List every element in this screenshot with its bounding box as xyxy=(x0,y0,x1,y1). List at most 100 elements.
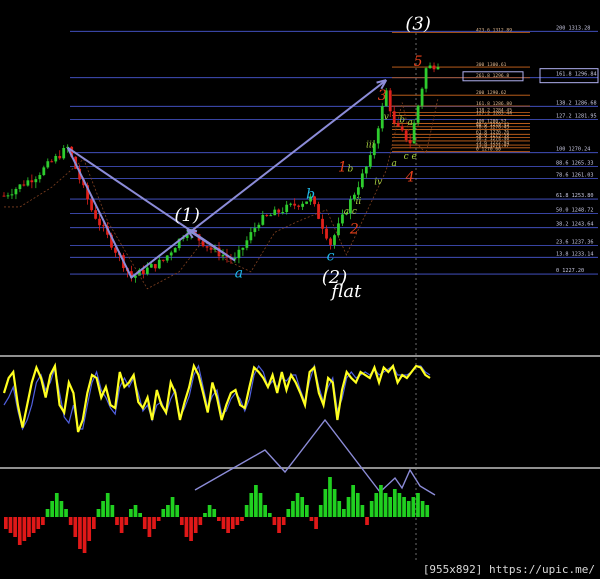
fib-label-blue: 78.6 1261.03 xyxy=(556,173,593,179)
histogram-bar xyxy=(235,517,240,525)
histogram-bar xyxy=(309,517,314,521)
wave-label: a xyxy=(344,207,349,217)
fib-label-orange: 161.8 1286.80 xyxy=(476,101,512,107)
histogram-bar xyxy=(101,501,105,517)
fib-label-blue: 23.6 1237.36 xyxy=(556,239,593,245)
wave-label: flat xyxy=(329,281,362,302)
wave-label: ii xyxy=(355,197,361,207)
candle-body xyxy=(58,155,62,159)
candle-body xyxy=(22,184,26,186)
candle-body xyxy=(317,204,320,219)
candle-body xyxy=(237,249,241,259)
candle-body xyxy=(30,180,34,183)
fib-label-orange: 127.2 1283.44 xyxy=(476,110,512,116)
histogram-bar xyxy=(212,509,217,517)
histogram-bar xyxy=(17,517,22,545)
candle-body xyxy=(161,259,165,261)
histogram-bar xyxy=(142,517,147,529)
histogram-bar xyxy=(110,505,115,517)
histogram-bar xyxy=(272,517,277,525)
histogram-bar xyxy=(119,517,124,533)
histogram-bar xyxy=(420,501,425,517)
candle-body xyxy=(2,195,6,197)
wave-label: 4 xyxy=(405,170,415,186)
chart-canvas: 200 1313.28161.8 1296.84138.2 1286.68127… xyxy=(0,0,600,579)
histogram-bar xyxy=(189,517,193,541)
histogram-bar xyxy=(258,493,263,517)
wave-label: 2 xyxy=(349,222,359,238)
histogram-bar xyxy=(78,517,82,549)
histogram-bar xyxy=(4,517,8,529)
histogram-bar xyxy=(22,517,27,541)
candle-body xyxy=(102,225,105,227)
candle-body xyxy=(46,161,50,168)
histogram-bar xyxy=(402,497,406,517)
wave-label: (3) xyxy=(405,13,431,34)
candle-body xyxy=(285,204,289,213)
candle-body xyxy=(14,189,18,195)
candle-body xyxy=(392,111,396,124)
histogram-bar xyxy=(244,505,249,517)
histogram-bar xyxy=(281,517,286,525)
candle-body xyxy=(408,140,412,144)
candle-body xyxy=(257,224,261,229)
candle-body xyxy=(265,215,269,217)
fib-label-blue: 38.2 1243.64 xyxy=(556,222,593,228)
candle-body xyxy=(297,205,301,207)
histogram-bar xyxy=(54,493,59,517)
candle-body xyxy=(388,90,392,112)
candle-body xyxy=(6,195,10,197)
histogram-bar xyxy=(161,509,166,517)
histogram-bar xyxy=(291,501,295,517)
candle-body xyxy=(145,267,149,275)
candle-body xyxy=(432,65,436,70)
candle-body xyxy=(273,209,277,216)
candle-body xyxy=(42,167,46,176)
fib-label-blue: 161.8 1296.84 xyxy=(556,72,597,78)
wave-label: b xyxy=(306,186,315,202)
candle-body xyxy=(62,147,66,159)
histogram-bar xyxy=(179,517,184,525)
candle-body xyxy=(249,232,253,241)
histogram-bar xyxy=(138,513,142,517)
histogram-bar xyxy=(50,501,55,517)
candle-body xyxy=(94,210,97,219)
wave-label: 5 xyxy=(414,54,423,70)
candle-body xyxy=(281,212,285,214)
histogram-bar xyxy=(59,501,64,517)
fib-label-blue: 0 1227.20 xyxy=(556,268,584,274)
histogram-bar xyxy=(392,489,397,517)
wave-label: v xyxy=(384,113,389,123)
histogram-bar xyxy=(383,493,388,517)
candle-body xyxy=(98,218,101,226)
histogram-bar xyxy=(304,505,309,517)
fib-label-blue: 88.6 1265.33 xyxy=(556,161,593,167)
candle-body xyxy=(38,175,42,180)
histogram-bar xyxy=(267,513,272,517)
candle-body xyxy=(321,218,324,229)
histogram-bar xyxy=(175,505,180,517)
candle-body xyxy=(54,155,58,162)
candle-body xyxy=(149,264,153,268)
histogram-bar xyxy=(147,517,152,537)
wave-label: a xyxy=(407,118,412,128)
fib-label-orange: 300 1300.61 xyxy=(476,62,507,68)
wave-label: iii xyxy=(366,141,375,151)
candle-body xyxy=(241,247,245,250)
histogram-bar xyxy=(68,517,73,525)
candle-body xyxy=(269,215,273,217)
histogram-bar xyxy=(27,517,31,537)
histogram-bar xyxy=(230,517,235,529)
candle-body xyxy=(157,259,161,269)
histogram-bar xyxy=(365,517,369,525)
histogram-bar xyxy=(240,517,244,521)
histogram-bar xyxy=(105,493,110,517)
candle-body xyxy=(337,223,340,236)
histogram-bar xyxy=(263,505,268,517)
wave-label: a xyxy=(392,159,397,169)
fib-label-blue: 200 1313.28 xyxy=(556,25,590,31)
histogram-bar xyxy=(221,517,226,529)
candle-body xyxy=(424,68,428,89)
histogram-bar xyxy=(13,517,17,537)
histogram-bar xyxy=(360,505,365,517)
